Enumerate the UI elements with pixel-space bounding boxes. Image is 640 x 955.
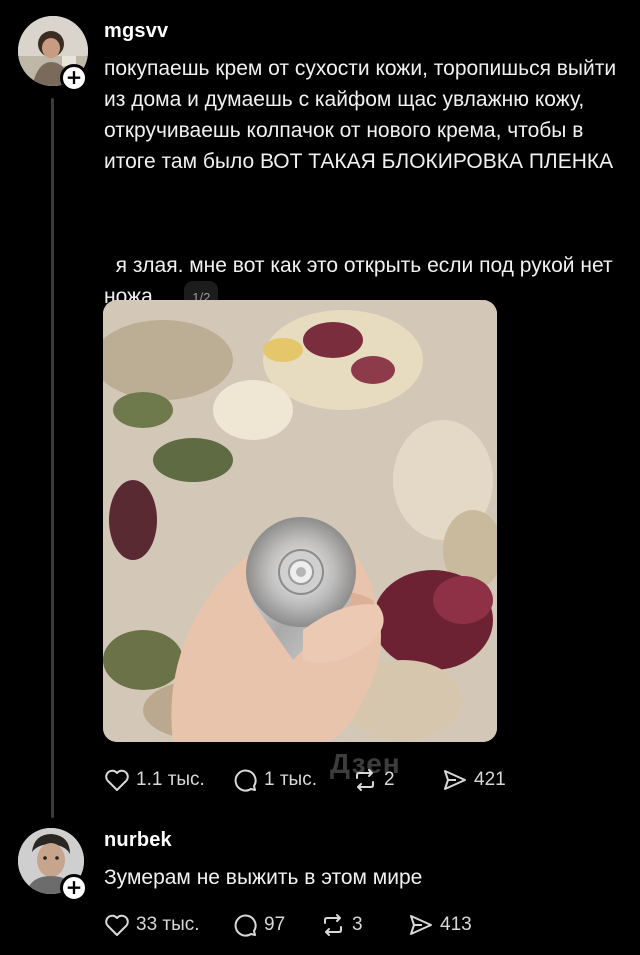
heart-icon — [104, 768, 130, 792]
like-count: 33 тыс. — [136, 914, 200, 935]
comment-icon — [232, 912, 258, 938]
heart-icon — [104, 913, 130, 937]
reply-count: 97 — [264, 914, 286, 935]
post-photo[interactable] — [103, 300, 497, 742]
share-button[interactable]: 413 — [408, 913, 472, 937]
reply-count: 1 тыс. — [264, 769, 317, 790]
share-button[interactable]: 421 — [442, 768, 506, 792]
author-avatar-wrap[interactable]: + — [18, 16, 88, 92]
send-icon — [408, 913, 434, 937]
post-body-text: покупаешь крем от сухости кожи, торопишь… — [104, 57, 622, 173]
like-button[interactable]: 1.1 тыс. — [104, 768, 232, 792]
repost-count: 3 — [352, 914, 363, 935]
repost-icon — [352, 768, 378, 792]
reply-actions: 33 тыс. 97 3 413 — [104, 912, 472, 938]
send-icon — [442, 768, 468, 792]
follow-plus-icon[interactable]: + — [60, 874, 88, 902]
author-username[interactable]: mgsvv — [104, 20, 168, 43]
share-count: 413 — [440, 914, 472, 935]
reply-avatar-wrap[interactable]: + — [18, 828, 88, 902]
like-button[interactable]: 33 тыс. — [104, 913, 232, 937]
reply-button[interactable]: 97 — [232, 912, 320, 938]
repost-button[interactable]: 3 — [320, 913, 408, 937]
follow-plus-icon[interactable]: + — [60, 64, 88, 92]
repost-button[interactable]: 2 — [352, 768, 442, 792]
reply-body-text: Зумерам не выжить в этом мире — [104, 866, 423, 889]
comment-icon — [232, 767, 258, 793]
photo-hand-holding-cream-tube — [103, 300, 497, 742]
post-actions: 1.1 тыс. 1 тыс. 2 421 — [104, 767, 506, 793]
thread-connector-line — [51, 98, 54, 818]
reply-username[interactable]: nurbek — [104, 829, 172, 852]
repost-icon — [320, 913, 346, 937]
reply-button[interactable]: 1 тыс. — [232, 767, 352, 793]
share-count: 421 — [474, 769, 506, 790]
like-count: 1.1 тыс. — [136, 769, 205, 790]
repost-count: 2 — [384, 769, 395, 790]
